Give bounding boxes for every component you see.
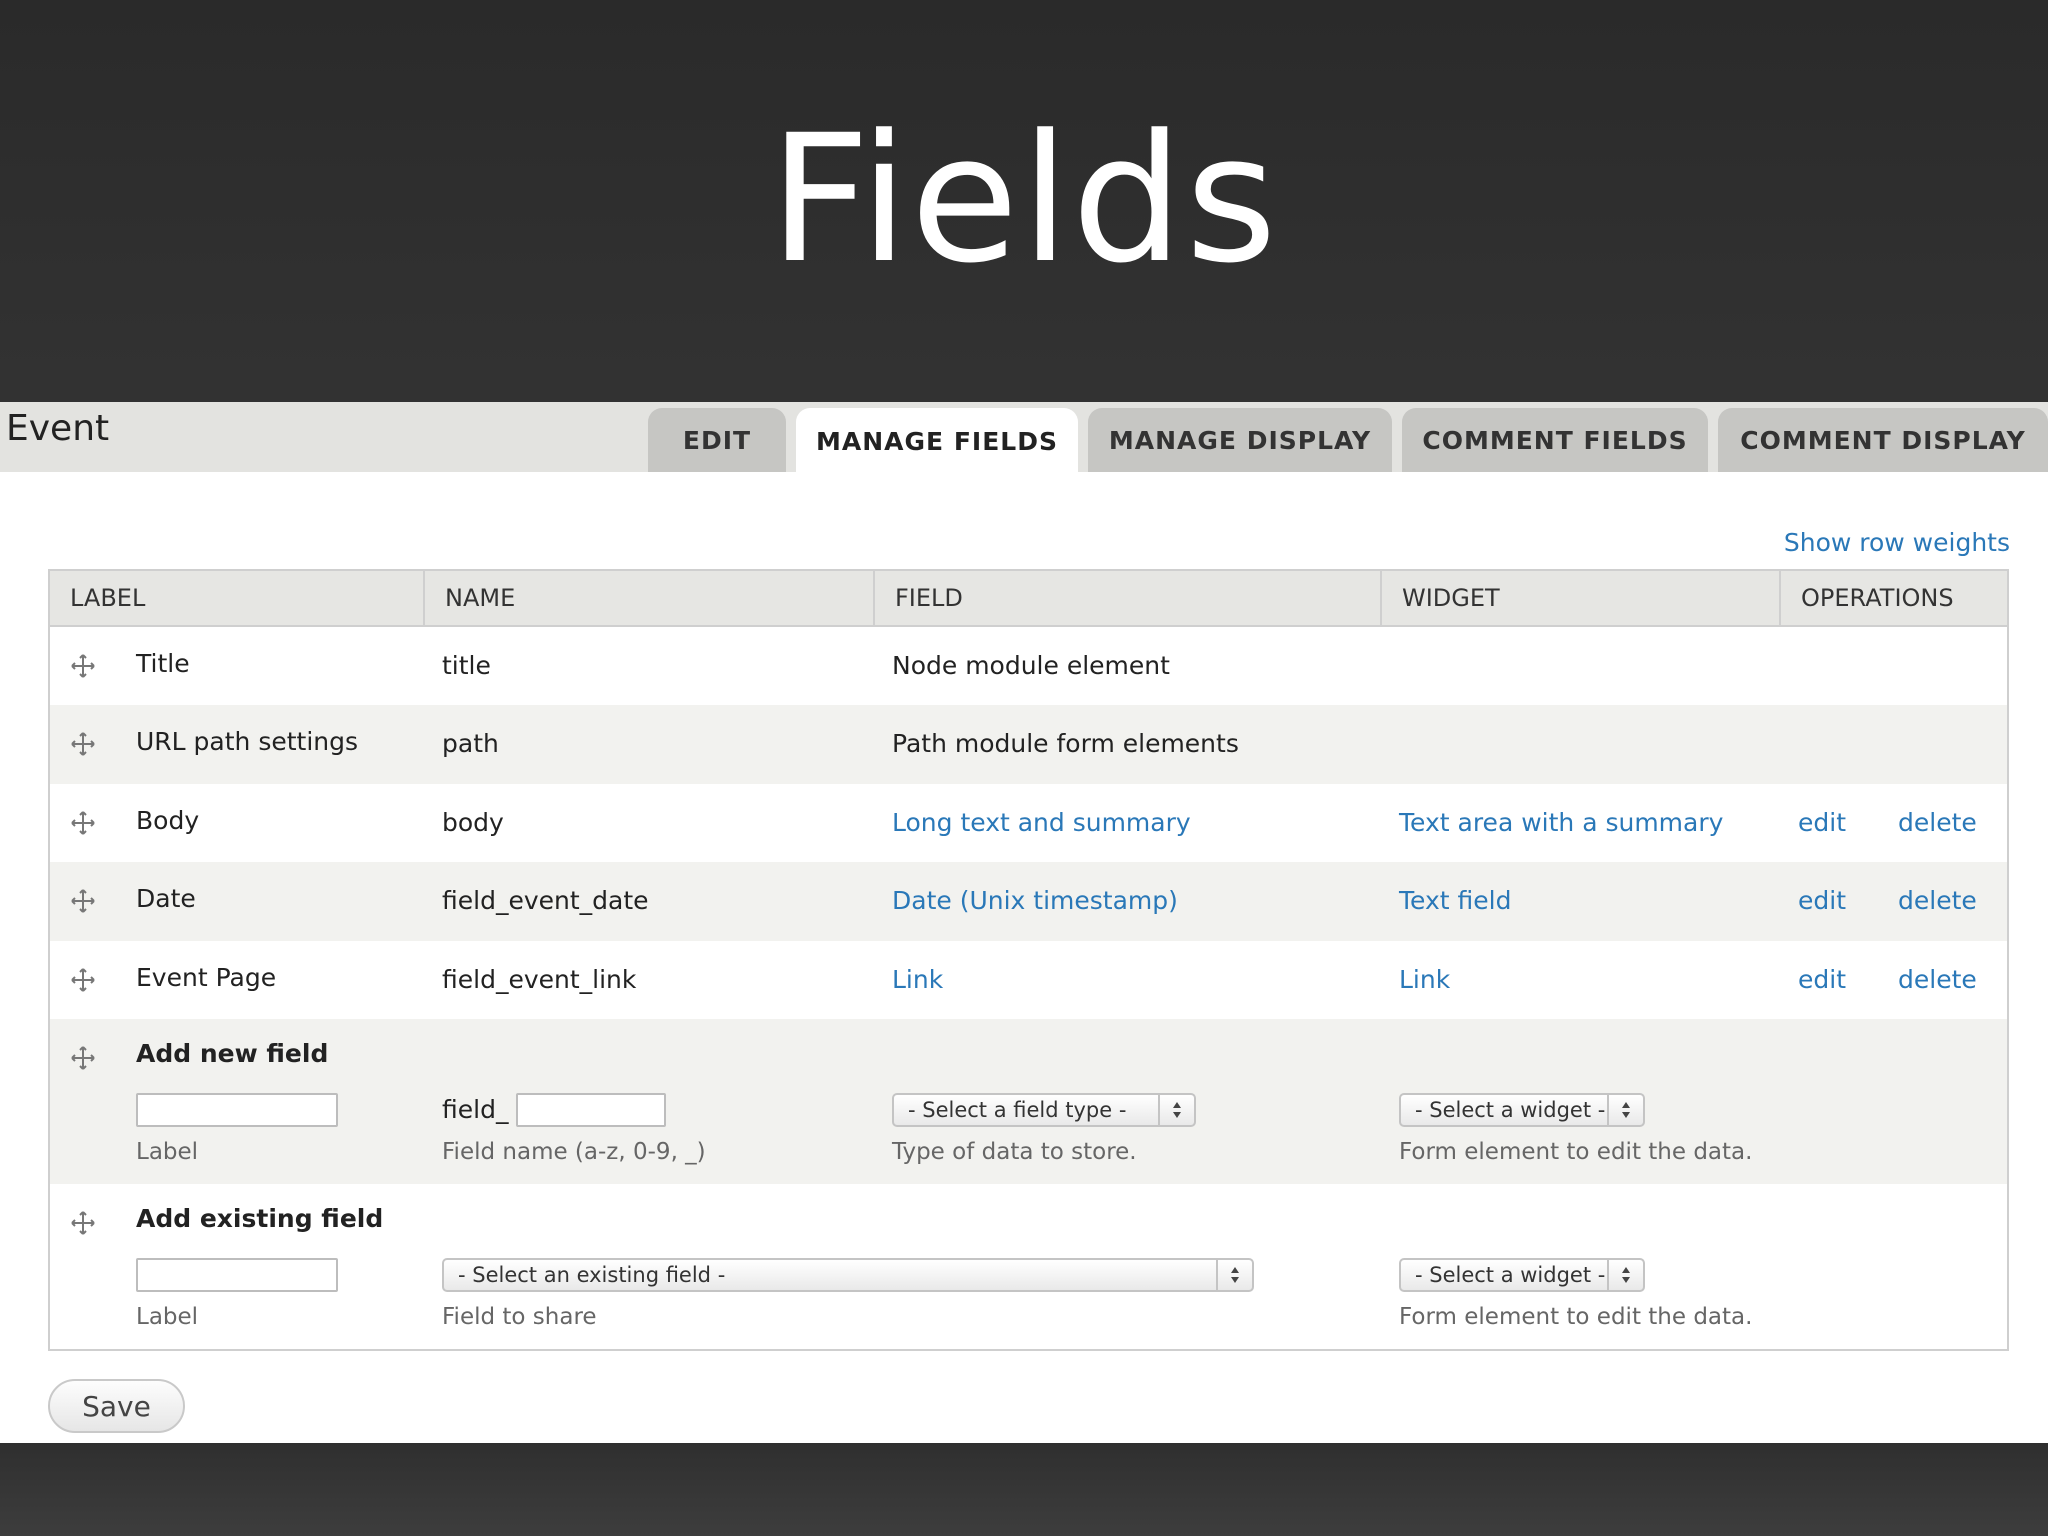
show-row-weights-link[interactable]: Show row weights [1784, 528, 2010, 557]
slide-bottom-band [0, 1443, 2048, 1536]
field-type-link[interactable]: Long text and summary [892, 808, 1191, 837]
existing-widget-desc: Form element to edit the data. [1399, 1304, 1753, 1330]
widget-link[interactable]: Text field [1399, 886, 1511, 915]
save-button[interactable]: Save [48, 1379, 185, 1433]
fields-table: LABEL NAME FIELD WIDGET OPERATIONS Title… [48, 569, 2009, 1351]
row-label: Title [136, 649, 190, 678]
row-label: URL path settings [136, 727, 359, 756]
page-title: Event [6, 408, 110, 449]
tab-comment-fields[interactable]: COMMENT FIELDS [1402, 408, 1708, 472]
drag-handle-icon[interactable] [70, 1045, 96, 1071]
select-arrows-icon [1158, 1095, 1194, 1125]
existing-field-label-input[interactable] [136, 1258, 338, 1292]
row-name: path [442, 729, 499, 758]
row-label: Body [136, 806, 200, 835]
row-label: Date [136, 884, 196, 913]
existing-widget-select[interactable]: - Select a widget - [1399, 1258, 1645, 1292]
table-row: Title title Node module element [50, 627, 2007, 705]
delete-link[interactable]: delete [1898, 965, 1977, 994]
add-new-field-title: Add new field [136, 1039, 329, 1068]
widget-link[interactable]: Link [1399, 965, 1450, 994]
drag-handle-icon[interactable] [70, 888, 96, 914]
delete-link[interactable]: delete [1898, 886, 1977, 915]
column-header-name: NAME [423, 571, 873, 625]
tab-manage-display[interactable]: MANAGE DISPLAY [1088, 408, 1392, 472]
header-bar: Event EDIT MANAGE FIELDS MANAGE DISPLAY … [0, 402, 2048, 474]
table-row: Body body Long text and summary Text are… [50, 784, 2007, 862]
drag-handle-icon[interactable] [70, 967, 96, 993]
field-type-link[interactable]: Date (Unix timestamp) [892, 886, 1178, 915]
existing-widget-select-value: - Select a widget - [1415, 1263, 1606, 1287]
column-header-widget: WIDGET [1380, 571, 1779, 625]
select-arrows-icon [1607, 1260, 1643, 1290]
drag-handle-icon[interactable] [70, 1210, 96, 1236]
column-header-operations: OPERATIONS [1779, 571, 2007, 625]
tab-comment-display[interactable]: COMMENT DISPLAY [1718, 408, 2048, 472]
row-name: field_event_date [442, 886, 649, 915]
row-label: Event Page [136, 963, 277, 992]
edit-link[interactable]: edit [1798, 886, 1846, 915]
add-new-field-row: Add new field Label field_ Field name (a… [50, 1019, 2007, 1184]
row-field: Node module element [892, 651, 1170, 680]
field-type-link[interactable]: Link [892, 965, 943, 994]
row-name: field_event_link [442, 965, 637, 994]
drag-handle-icon[interactable] [70, 810, 96, 836]
column-header-label: LABEL [70, 584, 146, 612]
drag-handle-icon[interactable] [70, 731, 96, 757]
drupal-screenshot: Event EDIT MANAGE FIELDS MANAGE DISPLAY … [0, 402, 2048, 1443]
existing-field-label-desc: Label [136, 1304, 199, 1330]
column-header-field: FIELD [873, 571, 1380, 625]
row-name: title [442, 651, 491, 680]
widget-link[interactable]: Text area with a summary [1399, 808, 1723, 837]
table-row: URL path settings path Path module form … [50, 705, 2007, 784]
add-existing-field-title: Add existing field [136, 1204, 384, 1233]
existing-field-select-value: - Select an existing field - [458, 1263, 726, 1287]
field-type-desc: Type of data to store. [892, 1139, 1137, 1165]
drag-handle-icon[interactable] [70, 653, 96, 679]
select-arrows-icon [1607, 1095, 1643, 1125]
table-row: Event Page field_event_link Link Link ed… [50, 941, 2007, 1019]
new-widget-select[interactable]: - Select a widget - [1399, 1093, 1645, 1127]
edit-link[interactable]: edit [1798, 808, 1846, 837]
new-field-name-desc: Field name (a-z, 0-9, _) [442, 1139, 706, 1165]
existing-field-desc: Field to share [442, 1304, 597, 1330]
tab-manage-fields[interactable]: MANAGE FIELDS [796, 408, 1078, 474]
select-arrows-icon [1216, 1260, 1252, 1290]
new-field-label-desc: Label [136, 1139, 199, 1165]
existing-field-select[interactable]: - Select an existing field - [442, 1258, 1254, 1292]
field-type-select[interactable]: - Select a field type - [892, 1093, 1196, 1127]
table-header: LABEL NAME FIELD WIDGET OPERATIONS [50, 571, 2007, 627]
new-field-name-input[interactable] [516, 1093, 666, 1127]
tab-edit[interactable]: EDIT [648, 408, 786, 472]
new-widget-desc: Form element to edit the data. [1399, 1139, 1753, 1165]
row-name: body [442, 808, 504, 837]
delete-link[interactable]: delete [1898, 808, 1977, 837]
new-field-label-input[interactable] [136, 1093, 338, 1127]
field-type-select-value: - Select a field type - [908, 1098, 1127, 1122]
add-existing-field-row: Add existing field Label - Select an exi… [50, 1184, 2007, 1349]
field-name-prefix: field_ [442, 1095, 509, 1124]
new-widget-select-value: - Select a widget - [1415, 1098, 1606, 1122]
row-field: Path module form elements [892, 729, 1239, 758]
slide-title: Fields [769, 97, 1279, 302]
table-row: Date field_event_date Date (Unix timesta… [50, 862, 2007, 941]
edit-link[interactable]: edit [1798, 965, 1846, 994]
